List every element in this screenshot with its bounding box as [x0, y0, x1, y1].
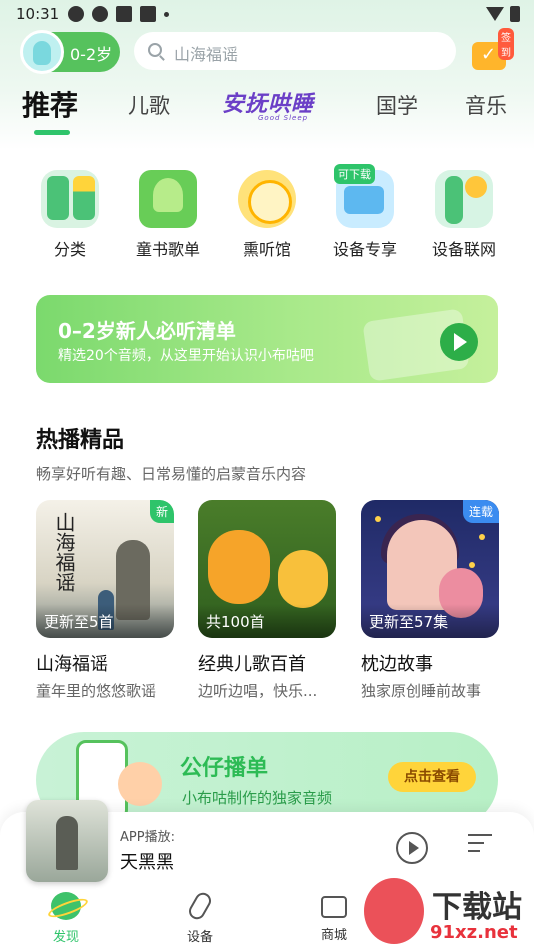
section-title: 热播精品	[36, 428, 125, 453]
category-icon	[41, 170, 99, 228]
age-label: 0-2岁	[70, 45, 113, 64]
tab-music[interactable]: 音乐	[465, 90, 507, 120]
search-icon	[148, 43, 162, 57]
nav-label: 设备	[186, 930, 213, 945]
watermark-logo-icon	[364, 878, 424, 944]
album-title: 山海福谣	[36, 654, 108, 675]
downloadable-tag: 可下载	[334, 164, 375, 184]
banner-subtitle: 精选20个音频，从这里开始认识小布咕吧	[58, 348, 314, 364]
album-description: 童年里的悠悠歌谣	[36, 682, 157, 700]
age-selector[interactable]: 0-2岁	[20, 30, 120, 74]
watermark-url: 91xz.net	[430, 922, 518, 943]
network-icon	[435, 170, 493, 228]
serial-badge: 连载	[462, 500, 499, 523]
listening-hall-icon	[238, 170, 296, 228]
quick-link-device-network[interactable]: 设备联网	[424, 170, 504, 260]
tiger-illustration	[208, 530, 270, 604]
notification-app-icon	[68, 6, 84, 22]
album-card[interactable]: 连载 更新至57集 枕边故事 独家原创睡前故事	[361, 500, 499, 701]
album-description: 独家原创睡前故事	[361, 682, 482, 700]
active-tab-indicator	[34, 130, 70, 135]
quick-link-label: 分类	[53, 240, 86, 259]
newcomer-playlist-banner[interactable]: 0–2岁新人必听清单 精选20个音频，从这里开始认识小布咕吧	[36, 295, 498, 383]
nav-label: 发现	[52, 930, 79, 945]
tab-sleep-sublabel: Good Sleep	[258, 114, 309, 122]
wifi-icon	[486, 7, 504, 21]
notification-app-icon	[116, 6, 132, 22]
cover-title: 山海福谣	[52, 512, 76, 592]
section-subtitle: 畅享好听有趣、日常易懂的启蒙音乐内容	[36, 465, 307, 483]
nav-discover[interactable]: 发现	[26, 892, 106, 945]
episode-count: 共100首	[206, 613, 265, 631]
nav-device[interactable]: 设备	[160, 889, 240, 945]
star-icon	[469, 562, 475, 568]
quick-link-label: 童书歌单	[135, 240, 200, 259]
baby-avatar-icon	[20, 30, 64, 74]
banner2-subtitle: 小布咕制作的独家音频	[182, 789, 333, 807]
tiger-illustration	[278, 550, 328, 608]
nav-label: 商城	[320, 928, 347, 943]
tab-kids-songs[interactable]: 儿歌	[128, 90, 170, 120]
tab-sleep[interactable]: 安抚哄睡 Good Sleep	[222, 86, 314, 122]
site-watermark: 下载站 91xz.net	[364, 878, 534, 950]
album-cover: 连载 更新至57集	[361, 500, 499, 638]
battery-icon	[510, 6, 520, 22]
album-description: 边听边唱，快乐...	[198, 682, 318, 700]
quick-link-device-exclusive[interactable]: 可下载 设备专享	[325, 164, 405, 260]
status-notification-icons	[68, 6, 169, 22]
notification-app-icon	[92, 6, 108, 22]
banner-title: 0–2岁新人必听清单	[58, 319, 236, 343]
checkin-button[interactable]: 签到	[472, 28, 514, 70]
tab-recommend[interactable]: 推荐	[22, 84, 78, 124]
play-button[interactable]	[396, 832, 428, 864]
quick-link-listening-hall[interactable]: 熏听馆	[227, 170, 307, 260]
tab-classics[interactable]: 国学	[376, 90, 418, 120]
shopping-cart-icon	[321, 896, 347, 918]
album-cover: 山海福谣 新 更新至5首	[36, 500, 174, 638]
album-title: 经典儿歌百首	[198, 654, 306, 675]
notification-app-icon	[140, 6, 156, 22]
quick-link-label: 设备专享	[332, 240, 397, 259]
playlist-icon[interactable]	[468, 834, 494, 860]
planet-icon	[51, 892, 81, 920]
status-system-icons	[486, 6, 520, 22]
device-icon: 可下载	[334, 164, 394, 228]
status-time: 10:31	[16, 5, 60, 23]
search-bar[interactable]: 山海福谣	[134, 32, 456, 70]
category-tabs: 推荐 儿歌 安抚哄睡 Good Sleep 国学 音乐	[0, 84, 534, 135]
album-cover: 共100首	[198, 500, 336, 638]
watermark-text: 下载站	[432, 890, 522, 925]
quick-link-label: 熏听馆	[242, 240, 291, 259]
view-button[interactable]: 点击查看	[388, 762, 476, 792]
new-badge: 新	[149, 500, 174, 523]
banner2-title: 公仔播单	[180, 756, 269, 781]
device-icon	[186, 889, 214, 923]
album-card[interactable]: 共100首 经典儿歌百首 边听边唱，快乐...	[198, 500, 336, 701]
episode-count: 更新至5首	[44, 613, 114, 631]
quick-link-book-playlist[interactable]: 童书歌单	[128, 170, 208, 260]
hot-album-list: 山海福谣 新 更新至5首 山海福谣 童年里的悠悠歌谣 共100首 经典儿歌百首 …	[0, 500, 534, 700]
play-icon[interactable]	[440, 323, 478, 361]
book-icon	[139, 170, 197, 228]
album-title: 枕边故事	[361, 654, 433, 675]
star-icon	[375, 516, 381, 522]
quick-link-label: 设备联网	[431, 240, 496, 259]
album-card[interactable]: 山海福谣 新 更新至5首 山海福谣 童年里的悠悠歌谣	[36, 500, 174, 701]
search-placeholder: 山海福谣	[174, 45, 239, 64]
episode-count: 更新至57集	[369, 613, 449, 631]
now-playing-cover[interactable]	[26, 800, 108, 882]
baby-illustration	[118, 762, 162, 806]
status-bar: 10:31	[0, 0, 534, 28]
player-source-label: APP播放:	[120, 830, 175, 845]
quick-link-category[interactable]: 分类	[30, 170, 110, 260]
nav-mall[interactable]: 商城	[294, 892, 374, 943]
quick-links: 分类 童书歌单 熏听馆 可下载 设备专享 设备联网	[0, 164, 534, 265]
star-icon	[479, 534, 485, 540]
more-notifications-icon	[164, 11, 169, 17]
now-playing-title: 天黑黑	[120, 852, 174, 873]
checkin-label: 签到	[498, 28, 514, 60]
